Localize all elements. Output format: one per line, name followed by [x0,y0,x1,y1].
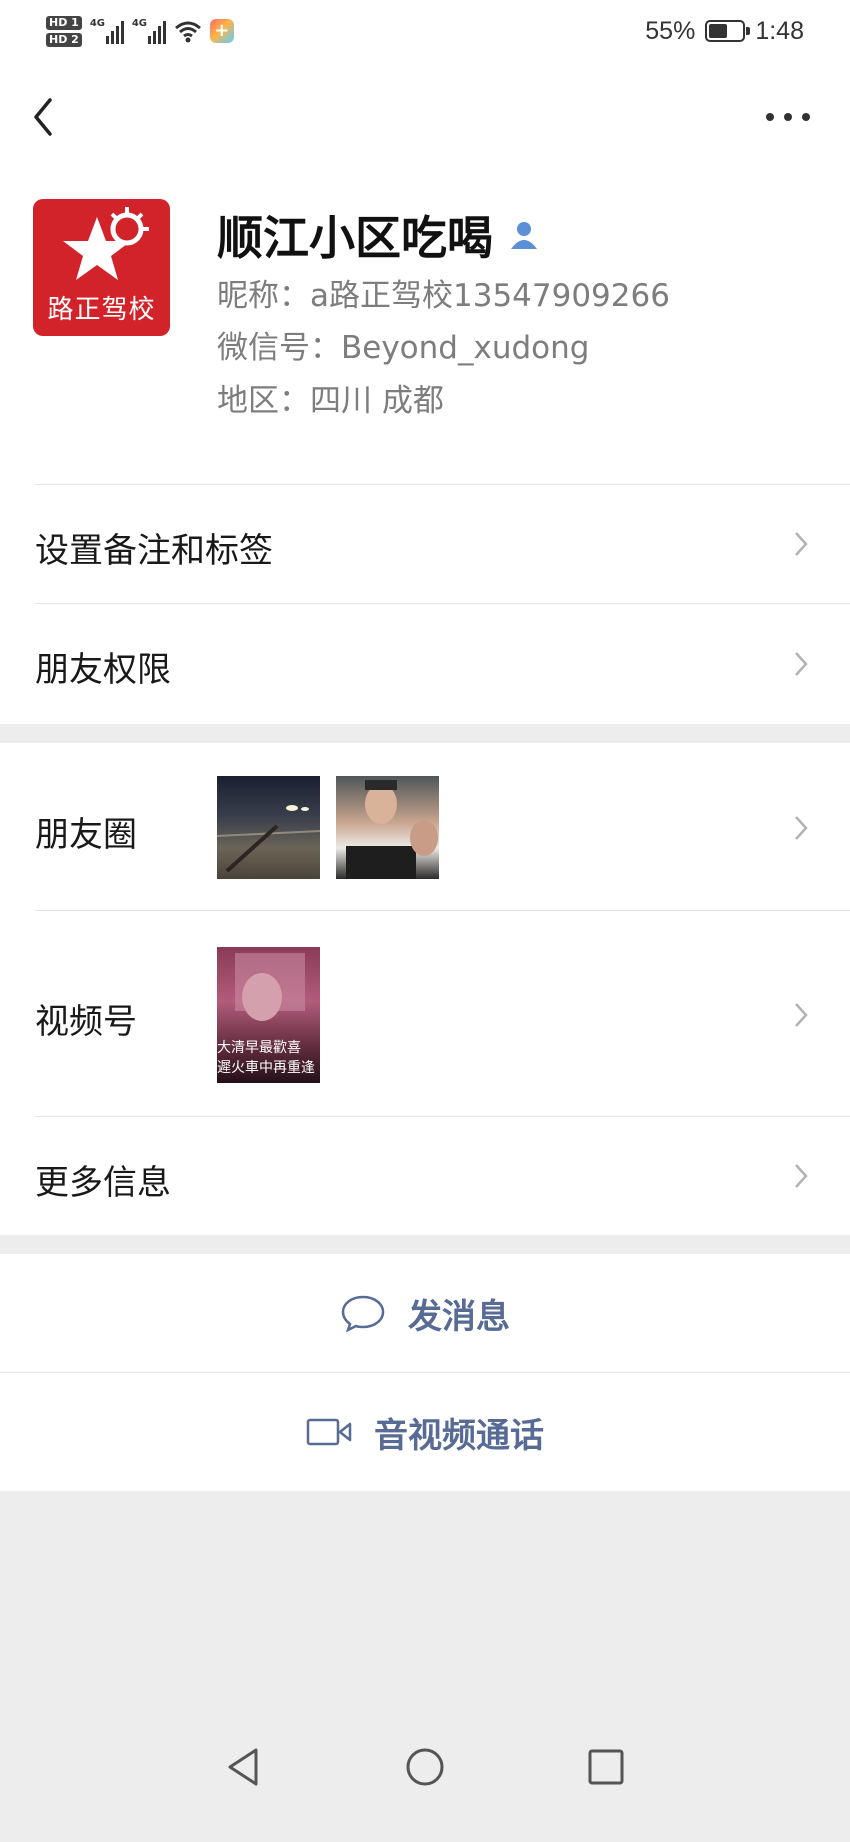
more-dots-icon[interactable] [766,102,810,132]
wifi-icon [174,21,201,43]
signal-icon-2: 4G [132,18,166,44]
send-message-button[interactable]: 发消息 [0,1254,850,1372]
video-call-label: 音视频通话 [374,1415,544,1456]
channels-thumbnail: 大清早最歡喜 遲火車中再重逢 [217,947,320,1083]
network2-label: 4G [131,18,147,29]
sim1-badge: HD 1 [46,15,82,30]
avatar-text: 路正驾校 [47,295,156,325]
person-icon [511,222,537,249]
app-notification-icon: + [209,19,234,43]
sim-indicators: HD 1 HD 2 [46,15,82,47]
street-photo [217,805,320,873]
channels-caption-1: 大清早最歡喜 [217,1040,301,1056]
permissions-label: 朋友权限 [35,650,171,690]
contact-name: 顺江小区吃喝 [217,211,493,265]
moments-row[interactable]: 朋友圈 [0,743,850,911]
home-circle-icon[interactable] [405,1745,445,1789]
chat-bubble-icon [341,1295,385,1333]
sim2-badge: HD 2 [46,32,82,47]
chevron-right-icon [795,532,808,556]
remark-label: 设置备注和标签 [35,531,273,571]
recents-square-icon[interactable] [586,1745,626,1789]
battery-percent: 55% [645,16,696,45]
battery-icon [705,20,751,42]
channels-caption-2: 遲火車中再重逢 [217,1060,315,1076]
moments-photo-1 [217,776,320,879]
remark-row[interactable]: 设置备注和标签 [0,485,850,603]
nickname: 昵称：a路正驾校13547909266 [217,278,670,314]
star-logo-icon [63,207,149,280]
status-bar: HD 1 HD 2 4G 4G + 55% 1:48 [0,0,850,62]
more-info-label: 更多信息 [35,1163,171,1203]
send-message-label: 发消息 [408,1296,510,1337]
name-row: 顺江小区吃喝 [217,202,541,268]
channels-row[interactable]: 视频号 大清早最歡喜 遲火車中再重逢 [0,911,850,1117]
chevron-right-icon [795,1003,808,1027]
clock: 1:48 [755,16,804,45]
profile-section: 路正驾校 顺江小区吃喝 昵称：a路正驾校13547909266 微信号：Beyo… [0,62,850,724]
selfie-photo [346,780,438,879]
back-triangle-icon[interactable] [224,1745,264,1789]
moments-photo-2 [336,776,439,879]
more-info-row[interactable]: 更多信息 [0,1117,850,1235]
status-right: 55% 1:48 [645,17,804,46]
channels-label: 视频号 [35,1002,137,1042]
permissions-row[interactable]: 朋友权限 [0,604,850,724]
video-call-button[interactable]: 音视频通话 [0,1373,850,1491]
avatar[interactable]: 路正驾校 [33,199,170,336]
chevron-right-icon [795,1164,808,1188]
system-nav-bar [0,1745,850,1842]
moments-label: 朋友圈 [35,815,137,855]
chevron-right-icon [795,816,808,840]
signal-icon: 4G [90,18,124,44]
chevron-left-icon[interactable] [28,92,58,142]
network1-label: 4G [89,18,105,29]
chevron-right-icon [795,652,808,676]
wechat-id: 微信号：Beyond_xudong [217,330,590,366]
status-left: HD 1 HD 2 4G 4G + [46,15,234,47]
video-camera-icon [306,1418,352,1446]
region: 地区：四川 成都 [217,383,444,419]
